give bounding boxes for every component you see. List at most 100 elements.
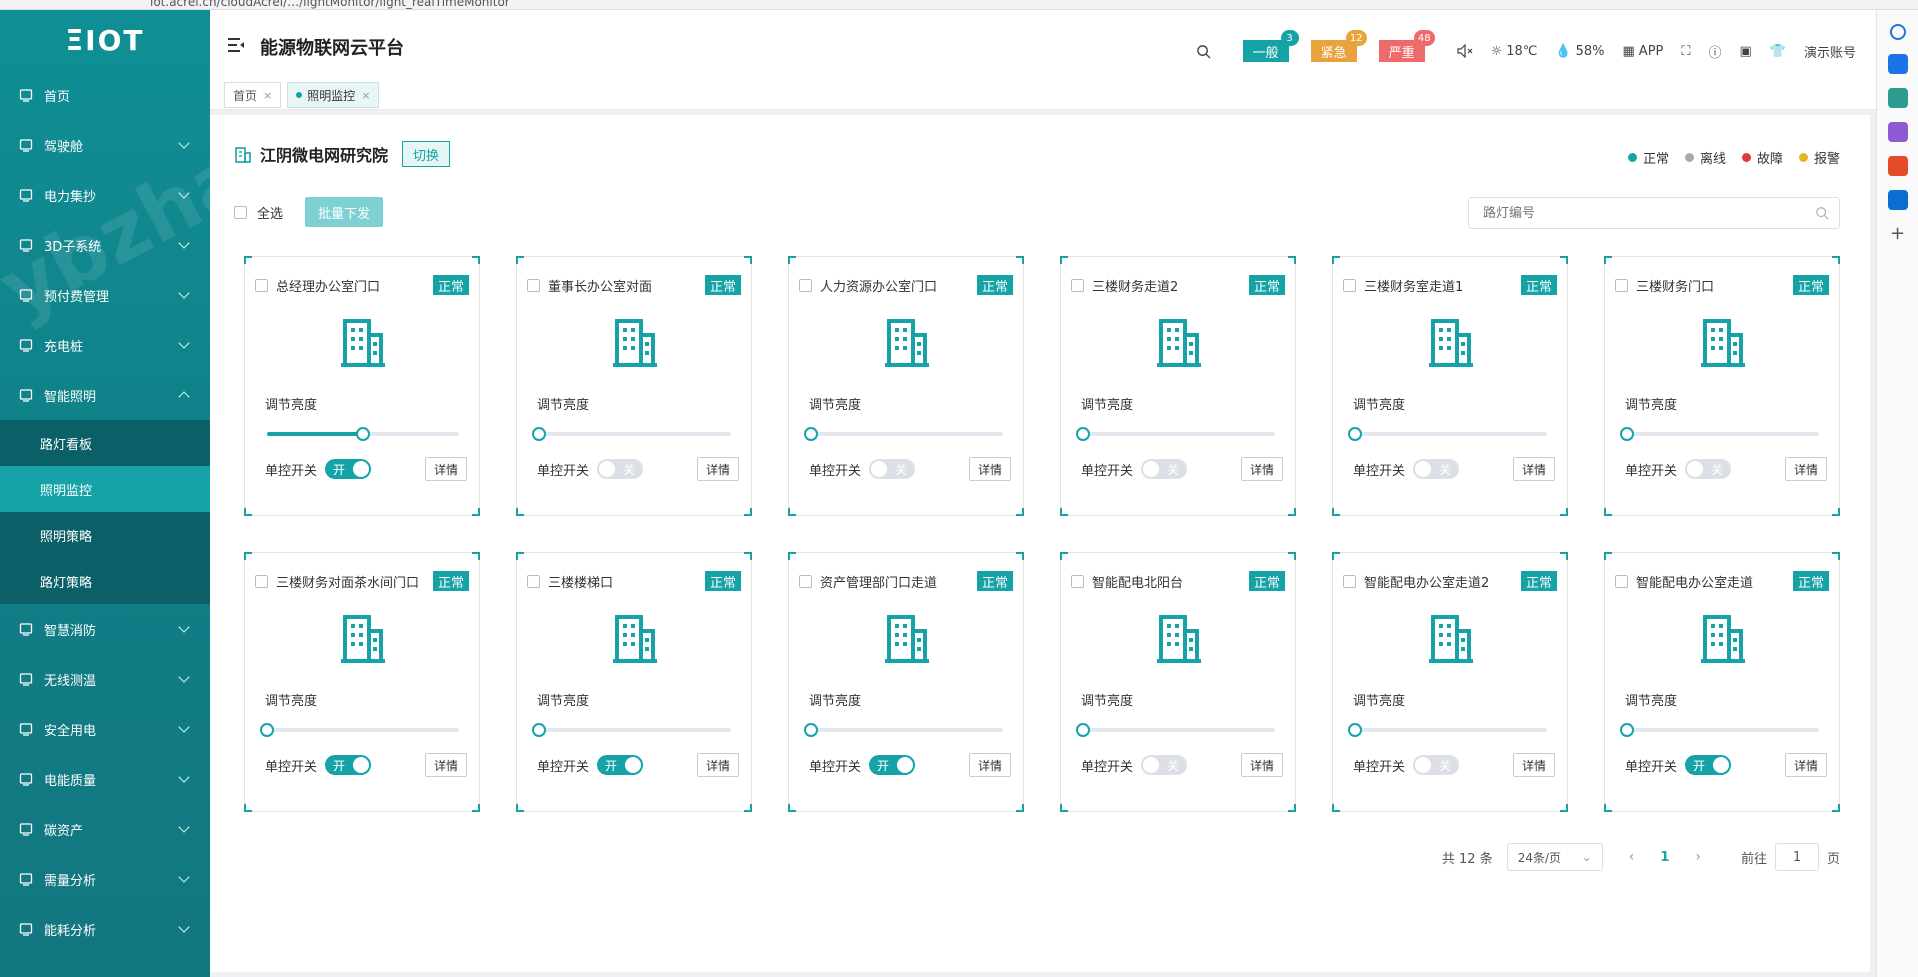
batch-send-button[interactable]: 批量下发 bbox=[305, 197, 384, 227]
lamp-toggle[interactable]: 开 bbox=[597, 755, 644, 775]
lamp-toggle[interactable]: 关 bbox=[869, 459, 916, 479]
sidebar-item-fire[interactable]: 智慧消防 bbox=[0, 604, 210, 654]
outlook-icon[interactable] bbox=[1887, 190, 1908, 210]
brightness-slider[interactable] bbox=[1620, 427, 1819, 441]
detail-button[interactable]: 详情 bbox=[968, 457, 1011, 481]
tag-icon[interactable] bbox=[1887, 54, 1908, 74]
slider-handle[interactable] bbox=[356, 427, 370, 441]
lamp-toggle[interactable]: 开 bbox=[869, 755, 916, 775]
alarm-button[interactable]: 一般 3 bbox=[1242, 30, 1299, 62]
lamp-toggle[interactable]: 开 bbox=[325, 755, 372, 775]
brightness-slider[interactable] bbox=[804, 723, 1003, 737]
sidebar-item-user-pay[interactable]: 预付费管理 bbox=[0, 270, 210, 320]
slider-handle[interactable] bbox=[1076, 723, 1090, 737]
sidebar-item-thermometer[interactable]: 无线测温 bbox=[0, 654, 210, 704]
brightness-slider[interactable] bbox=[267, 427, 459, 441]
add-icon[interactable]: + bbox=[1888, 224, 1908, 244]
detail-button[interactable]: 详情 bbox=[1240, 457, 1283, 481]
search-icon[interactable] bbox=[1889, 24, 1906, 40]
office-icon[interactable] bbox=[1887, 156, 1908, 176]
help-icon[interactable]: ⓘ bbox=[1708, 42, 1721, 61]
brightness-slider[interactable] bbox=[260, 723, 459, 737]
slider-handle[interactable] bbox=[260, 723, 274, 737]
detail-button[interactable]: 详情 bbox=[1784, 753, 1827, 777]
lamp-checkbox[interactable] bbox=[527, 574, 540, 588]
detail-button[interactable]: 详情 bbox=[1784, 457, 1827, 481]
detail-button[interactable]: 详情 bbox=[696, 753, 739, 777]
detail-button[interactable]: 详情 bbox=[1240, 753, 1283, 777]
tab-home[interactable]: 首页 × bbox=[224, 82, 282, 108]
toolbox-icon[interactable] bbox=[1887, 88, 1908, 108]
fullscreen-icon[interactable]: ⛶ bbox=[1681, 44, 1690, 59]
close-icon[interactable]: × bbox=[263, 89, 272, 102]
lamp-toggle[interactable]: 关 bbox=[1141, 755, 1188, 775]
brightness-slider[interactable] bbox=[1348, 723, 1547, 737]
lamp-checkbox[interactable] bbox=[527, 278, 540, 292]
sidebar-subitem[interactable]: 路灯策略 bbox=[0, 558, 210, 604]
lamp-toggle[interactable]: 关 bbox=[597, 459, 644, 479]
lamp-toggle[interactable]: 关 bbox=[1413, 755, 1460, 775]
lamp-checkbox[interactable] bbox=[1071, 574, 1084, 588]
brightness-slider[interactable] bbox=[804, 427, 1003, 441]
sidebar-item-charger[interactable]: 充电桩 bbox=[0, 320, 210, 370]
lamp-toggle[interactable]: 关 bbox=[1141, 459, 1188, 479]
select-all-checkbox[interactable] bbox=[234, 205, 247, 219]
mute-icon[interactable] bbox=[1456, 44, 1473, 58]
lamp-toggle[interactable]: 关 bbox=[1413, 459, 1460, 479]
lamp-search-input[interactable] bbox=[1483, 205, 1815, 221]
detail-button[interactable]: 详情 bbox=[696, 457, 739, 481]
prev-page-icon[interactable]: ‹ bbox=[1629, 849, 1635, 865]
lamp-checkbox[interactable] bbox=[255, 278, 268, 292]
brightness-slider[interactable] bbox=[1076, 427, 1275, 441]
brightness-slider[interactable] bbox=[1348, 427, 1547, 441]
lamp-checkbox[interactable] bbox=[1071, 278, 1084, 292]
sidebar-item-bulb[interactable]: 智能照明 bbox=[0, 370, 210, 420]
shirt-icon[interactable]: 👕 bbox=[1770, 44, 1786, 59]
detail-button[interactable]: 详情 bbox=[424, 753, 467, 777]
detail-button[interactable]: 详情 bbox=[1512, 753, 1555, 777]
sidebar-item-carbon[interactable]: 碳资产 bbox=[0, 804, 210, 854]
close-icon[interactable]: × bbox=[361, 89, 370, 102]
next-page-icon[interactable]: › bbox=[1695, 849, 1701, 865]
slider-handle[interactable] bbox=[1348, 427, 1362, 441]
slider-handle[interactable] bbox=[532, 723, 546, 737]
lamp-toggle[interactable]: 开 bbox=[1685, 755, 1732, 775]
lamp-checkbox[interactable] bbox=[799, 278, 812, 292]
alarm-button[interactable]: 严重 48 bbox=[1378, 30, 1435, 62]
detail-button[interactable]: 详情 bbox=[968, 753, 1011, 777]
sidebar-item-trend[interactable]: 需量分析 bbox=[0, 854, 210, 904]
slider-handle[interactable] bbox=[1076, 427, 1090, 441]
lamp-checkbox[interactable] bbox=[799, 574, 812, 588]
lamp-search-field[interactable] bbox=[1468, 197, 1840, 229]
slider-handle[interactable] bbox=[1348, 723, 1362, 737]
slider-handle[interactable] bbox=[804, 723, 818, 737]
brightness-slider[interactable] bbox=[532, 427, 731, 441]
lamp-checkbox[interactable] bbox=[255, 574, 268, 588]
sidebar-item-meter[interactable]: 电力集抄 bbox=[0, 170, 210, 220]
slider-handle[interactable] bbox=[804, 427, 818, 441]
browser-url[interactable]: iot.acrel.cn/cloudAcrel/…/lightMonitor/l… bbox=[150, 0, 510, 9]
sidebar-subitem[interactable]: 照明策略 bbox=[0, 512, 210, 558]
page-size-select[interactable]: 24条/页 ⌄ bbox=[1506, 843, 1603, 871]
sidebar-item-bars[interactable]: 能耗分析 bbox=[0, 904, 210, 954]
lamp-toggle[interactable]: 开 bbox=[325, 459, 372, 479]
browser-address-bar[interactable]: iot.acrel.cn/cloudAcrel/…/lightMonitor/l… bbox=[0, 0, 1918, 10]
sidebar-item-wave[interactable]: 电能质量 bbox=[0, 754, 210, 804]
menu-fold-icon[interactable] bbox=[228, 38, 244, 52]
detail-button[interactable]: 详情 bbox=[1512, 457, 1555, 481]
goto-page-input[interactable]: 1 bbox=[1774, 843, 1819, 871]
sidebar-item-monitor[interactable]: 首页 bbox=[0, 70, 210, 120]
search-icon[interactable] bbox=[1815, 206, 1829, 220]
sidebar-item-cube[interactable]: 3D子系统 bbox=[0, 220, 210, 270]
sidebar-item-flame[interactable]: 安全用电 bbox=[0, 704, 210, 754]
brightness-slider[interactable] bbox=[532, 723, 731, 737]
alarm-button[interactable]: 紧急 12 bbox=[1310, 30, 1367, 62]
lamp-checkbox[interactable] bbox=[1343, 278, 1356, 292]
sidebar-item-dashboard[interactable]: 驾驶舱 bbox=[0, 120, 210, 170]
account-name[interactable]: 演示账号 bbox=[1804, 42, 1856, 61]
app-link[interactable]: ▦ APP bbox=[1623, 44, 1664, 59]
brightness-slider[interactable] bbox=[1076, 723, 1275, 737]
slider-handle[interactable] bbox=[1620, 427, 1634, 441]
current-page[interactable]: 1 bbox=[1660, 850, 1669, 865]
slider-handle[interactable] bbox=[1620, 723, 1634, 737]
